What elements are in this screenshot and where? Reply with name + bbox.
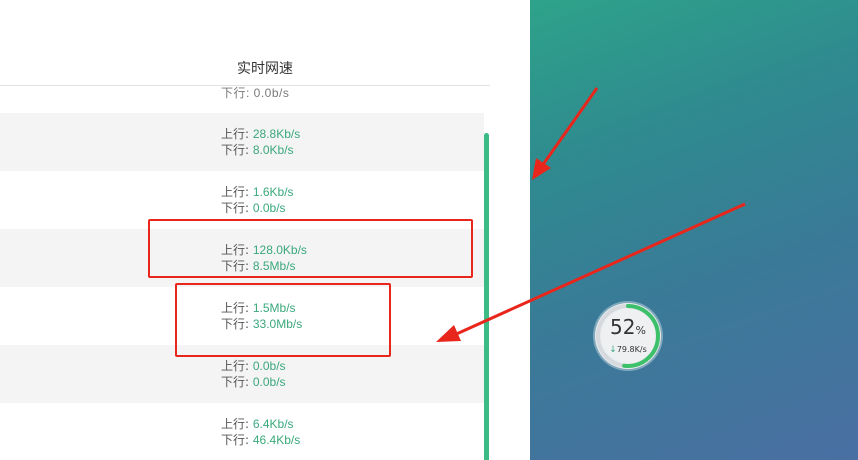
up-speed: 上行: 1.6Kb/s [221,185,294,199]
up-speed: 上行: 0.0b/s [221,359,286,373]
download-speed-value: 79.8K/s [616,345,647,354]
down-speed: 下行: 0.0b/s [221,201,286,215]
table-row[interactable]: 上行: 6.4Kb/s 下行: 46.4Kb/s [0,403,490,460]
down-speed: 下行: 0.0b/s [221,375,286,389]
down-value: 0.0b/s [252,201,286,215]
column-header-realtime-speed[interactable]: 实时网速 [0,58,530,78]
down-speed: 下行: 8.0Kb/s [221,143,294,157]
up-value: 0.0b/s [252,359,286,373]
down-value: 46.4Kb/s [252,433,301,447]
speed-panel: 实时网速 下行: 0.0b/s 上行: 28.8Kb/s 下行: 8.0Kb/s… [0,0,530,460]
scrollbar-thumb[interactable] [484,133,489,460]
down-label: 下行: [221,143,253,157]
up-label: 上行: [221,417,253,431]
up-label: 上行: [221,359,253,373]
down-label: 下行: [221,201,253,215]
up-label: 上行: [221,185,253,199]
up-label: 上行: [221,127,253,141]
panel-header: 实时网速 [0,0,530,86]
down-arrow-icon: ↓ [609,345,617,355]
table-row[interactable]: 上行: 28.8Kb/s 下行: 8.0Kb/s [0,113,490,171]
percent-value: 52 [610,315,636,339]
table-row-partial[interactable]: 下行: 0.0b/s [0,86,490,113]
desktop-background [530,0,858,460]
highlight-box [148,219,473,278]
down-label: 下行: [221,433,253,447]
down-label: 下行: [221,375,253,389]
up-speed: 上行: 28.8Kb/s [221,127,300,141]
up-speed: 上行: 6.4Kb/s [221,417,294,431]
highlight-box [175,283,391,357]
up-value: 6.4Kb/s [252,417,294,431]
partial-down-value: 下行: 0.0b/s [221,86,290,100]
down-value: 0.0b/s [252,375,286,389]
network-speed-widget[interactable]: 52% ↓79.8K/s [595,303,661,369]
down-speed: 下行: 46.4Kb/s [221,433,300,447]
down-value: 8.0Kb/s [252,143,294,157]
up-value: 1.6Kb/s [252,185,294,199]
percent-sign: % [635,324,646,337]
up-value: 28.8Kb/s [252,127,301,141]
widget-download-speed: ↓79.8K/s [595,345,661,355]
widget-percent: 52% [595,315,661,339]
